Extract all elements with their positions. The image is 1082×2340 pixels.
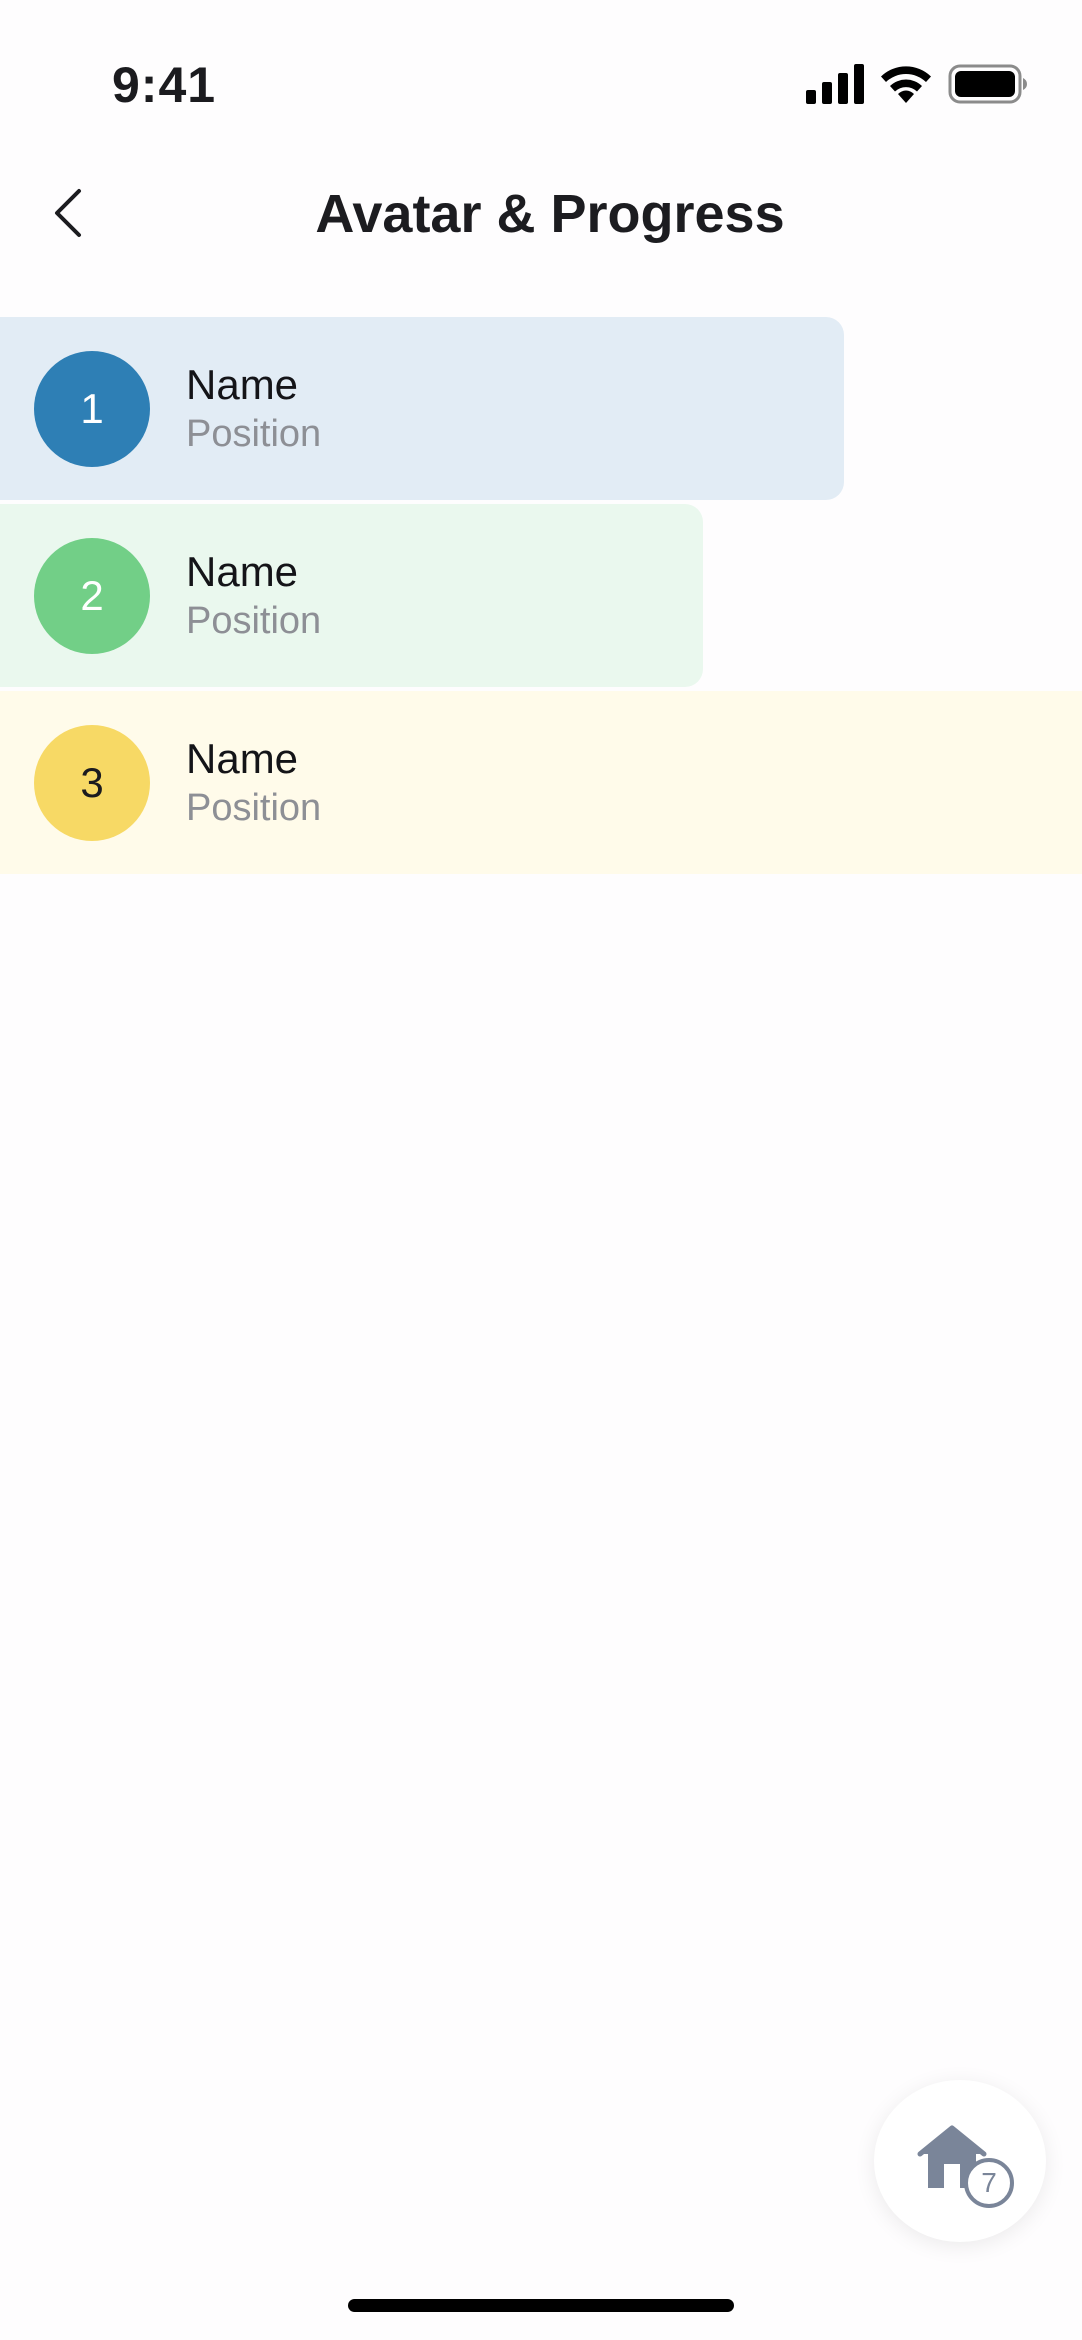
navigation-bar: Avatar & Progress (0, 150, 1082, 280)
person-name: Name (186, 361, 299, 408)
avatar: 2 (34, 538, 150, 654)
status-time: 9:41 (112, 57, 217, 113)
wifi-icon (881, 66, 931, 103)
status-bar: 9:41 (0, 0, 1082, 130)
list-item[interactable]: 3 Name Position (0, 691, 1082, 874)
person-position: Position (186, 600, 322, 642)
signal-icon (806, 64, 864, 104)
person-text: Name Position (186, 734, 321, 832)
notification-badge: 7 (964, 2158, 1014, 2208)
person-name: Name (186, 548, 299, 595)
person-text: Name Position (186, 360, 321, 458)
list-item[interactable]: 2 Name Position (0, 504, 1082, 687)
list-item[interactable]: 1 Name Position (0, 317, 1082, 500)
progress-list: 1 Name Position 2 Name Position 3 Name P… (0, 317, 1082, 878)
list-item-content: 2 Name Position (34, 538, 321, 654)
battery-icon (948, 64, 1027, 104)
home-button[interactable]: 7 (874, 2080, 1046, 2242)
avatar: 3 (34, 725, 150, 841)
list-item-content: 1 Name Position (34, 351, 321, 467)
person-text: Name Position (186, 547, 321, 645)
person-name: Name (186, 735, 299, 782)
person-position: Position (186, 787, 322, 829)
avatar: 1 (34, 351, 150, 467)
home-indicator (348, 2299, 734, 2312)
page-title: Avatar & Progress (315, 184, 785, 244)
person-position: Position (186, 413, 322, 455)
list-item-content: 3 Name Position (34, 725, 321, 841)
